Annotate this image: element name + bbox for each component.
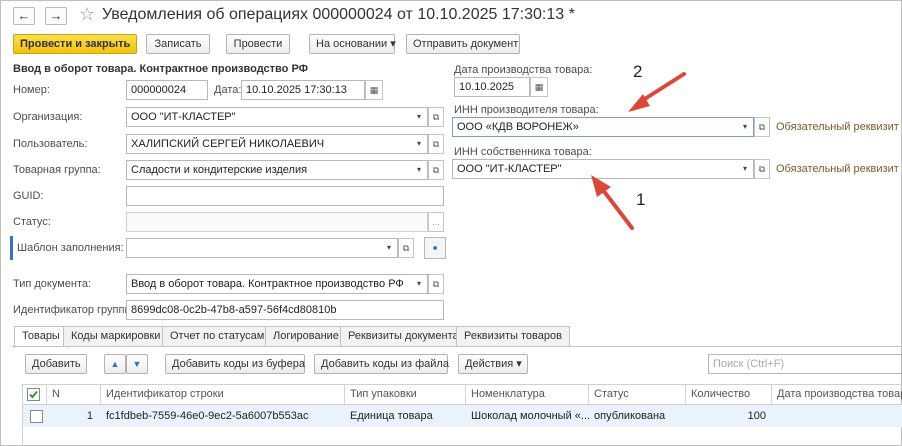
col-header-quantity[interactable]: Количество [686, 385, 772, 404]
arrow-1-shaft [601, 188, 634, 230]
row-checkbox[interactable] [30, 410, 43, 423]
cell-row-id: fc1fdbeb-7559-46e0-9ec2-5a6007b553ac [106, 410, 309, 422]
annotation-arrows [591, 72, 686, 230]
col-header-status[interactable]: Статус [589, 385, 686, 404]
dropdown-arrow-icon: ▾ [516, 358, 522, 370]
arrow-down-icon: ▼ [132, 359, 142, 369]
move-down-button[interactable]: ▼ [126, 354, 148, 374]
tab-status-report[interactable]: Отчет по статусам [162, 326, 273, 347]
col-header-n[interactable]: N [47, 385, 101, 404]
tab-marking-codes[interactable]: Коды маркировки [63, 326, 169, 347]
marker-1: 1 [636, 190, 646, 209]
tabs-divider [12, 346, 902, 347]
arrow-2-shaft [638, 72, 686, 104]
tab-document-details[interactable]: Реквизиты документа [340, 326, 467, 347]
tab-logging[interactable]: Логирование [265, 326, 347, 347]
cell-n: 1 [86, 410, 93, 422]
tab-goods[interactable]: Товары [14, 326, 68, 348]
arrow-up-icon: ▲ [110, 359, 120, 369]
cell-production-date [772, 405, 902, 427]
tab-goods-details[interactable]: Реквизиты товаров [456, 326, 570, 347]
add-codes-from-file-button[interactable]: Добавить коды из файла [314, 354, 449, 374]
add-row-button[interactable]: Добавить [25, 354, 87, 374]
cell-package-type: Единица товара [350, 410, 433, 422]
actions-label: Действия [465, 358, 514, 370]
search-input[interactable]: Поиск (Ctrl+F) [708, 354, 902, 374]
checkbox-checked-icon [27, 387, 40, 401]
add-codes-from-buffer-button[interactable]: Добавить коды из буфера [165, 354, 305, 374]
col-header-nomenclature[interactable]: Номенклатура [466, 385, 589, 404]
cell-quantity: 100 [747, 410, 766, 422]
cell-status: опубликована [594, 410, 666, 422]
col-header-package-type[interactable]: Тип упаковки [345, 385, 466, 404]
col-header-production-date[interactable]: Дата производства товара [772, 385, 902, 404]
col-header-row-id[interactable]: Идентификатор строки [101, 385, 345, 404]
marker-2: 2 [633, 62, 643, 81]
select-all-checkbox[interactable] [23, 385, 47, 404]
cell-nomenclature: Шоколад молочный «... [471, 410, 589, 422]
move-up-button[interactable]: ▲ [104, 354, 126, 374]
actions-menu-button[interactable]: Действия ▾ [458, 354, 528, 374]
